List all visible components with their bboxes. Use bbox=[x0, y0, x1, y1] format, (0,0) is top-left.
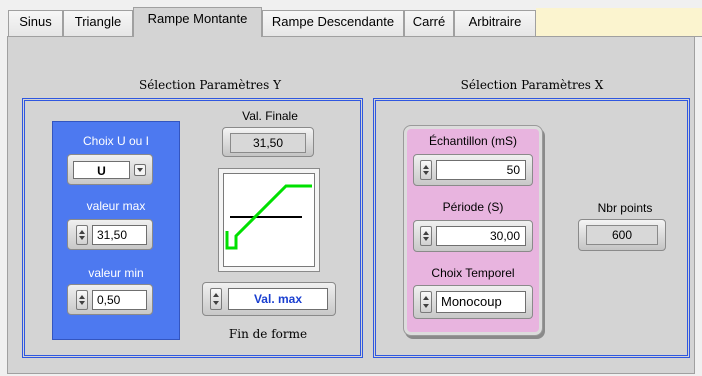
echantillon-spinner[interactable] bbox=[420, 160, 432, 180]
arrow-up-icon bbox=[423, 231, 429, 235]
choix-u-i-label: Choix U ou I bbox=[82, 134, 150, 148]
fin-de-forme-spinner[interactable] bbox=[210, 288, 222, 310]
arrow-up-icon bbox=[213, 293, 219, 297]
choix-temporel-select[interactable]: Monocoup bbox=[436, 291, 526, 313]
arrow-up-icon bbox=[79, 295, 85, 299]
arrow-up-icon bbox=[423, 296, 429, 300]
tab-bar: Sinus Triangle Rampe Montante Rampe Desc… bbox=[0, 0, 702, 37]
fin-de-forme-label: Fin de forme bbox=[228, 327, 308, 341]
arrow-down-icon bbox=[79, 301, 85, 305]
arrow-down-icon bbox=[423, 304, 429, 308]
periode-spinner[interactable] bbox=[420, 226, 432, 246]
valeur-min-input[interactable]: 0,50 bbox=[92, 290, 147, 310]
arrow-down-icon bbox=[423, 171, 429, 175]
tab-bar-fill bbox=[536, 8, 702, 37]
choix-temporel-label: Choix Temporel bbox=[431, 266, 515, 280]
choix-u-i-dropdown[interactable]: U bbox=[73, 161, 130, 179]
echantillon-label: Échantillon (mS) bbox=[428, 134, 518, 148]
echantillon-input[interactable]: 50 bbox=[436, 160, 526, 180]
waveform-preview-svg bbox=[225, 184, 312, 250]
periode-label: Période (S) bbox=[442, 200, 504, 214]
tab-carre[interactable]: Carré bbox=[404, 10, 454, 36]
tab-rampe-descendante[interactable]: Rampe Descendante bbox=[262, 10, 404, 36]
nbr-points-label: Nbr points bbox=[597, 201, 653, 215]
choix-temporel-spinner[interactable] bbox=[420, 291, 432, 313]
arrow-down-icon bbox=[213, 301, 219, 305]
x-section-title: Sélection Paramètres X bbox=[460, 78, 604, 92]
val-finale-label: Val. Finale bbox=[242, 109, 298, 123]
arrow-down-icon bbox=[423, 237, 429, 241]
arrow-up-icon bbox=[79, 230, 85, 234]
valeur-min-spinner[interactable] bbox=[76, 290, 88, 310]
valeur-max-input[interactable]: 31,50 bbox=[92, 225, 147, 245]
arrow-up-icon bbox=[423, 165, 429, 169]
waveform-preview bbox=[223, 173, 315, 267]
choix-u-i-dropdown-button[interactable] bbox=[134, 164, 146, 176]
tab-triangle[interactable]: Triangle bbox=[63, 10, 133, 36]
val-finale-indicator: 31,50 bbox=[230, 133, 306, 153]
valeur-min-label: valeur min bbox=[88, 266, 144, 280]
fin-de-forme-select[interactable]: Val. max bbox=[228, 288, 328, 310]
arrow-down-icon bbox=[79, 236, 85, 240]
nbr-points-indicator: 600 bbox=[586, 225, 658, 245]
periode-input[interactable]: 30,00 bbox=[436, 226, 526, 246]
tab-sinus[interactable]: Sinus bbox=[8, 10, 63, 36]
y-section-title: Sélection Paramètres Y bbox=[138, 78, 282, 92]
tab-rampe-montante[interactable]: Rampe Montante bbox=[133, 7, 262, 37]
tab-arbitraire[interactable]: Arbitraire bbox=[454, 10, 536, 36]
valeur-max-label: valeur max bbox=[86, 199, 146, 213]
valeur-max-spinner[interactable] bbox=[76, 225, 88, 245]
chevron-down-icon bbox=[137, 168, 143, 172]
